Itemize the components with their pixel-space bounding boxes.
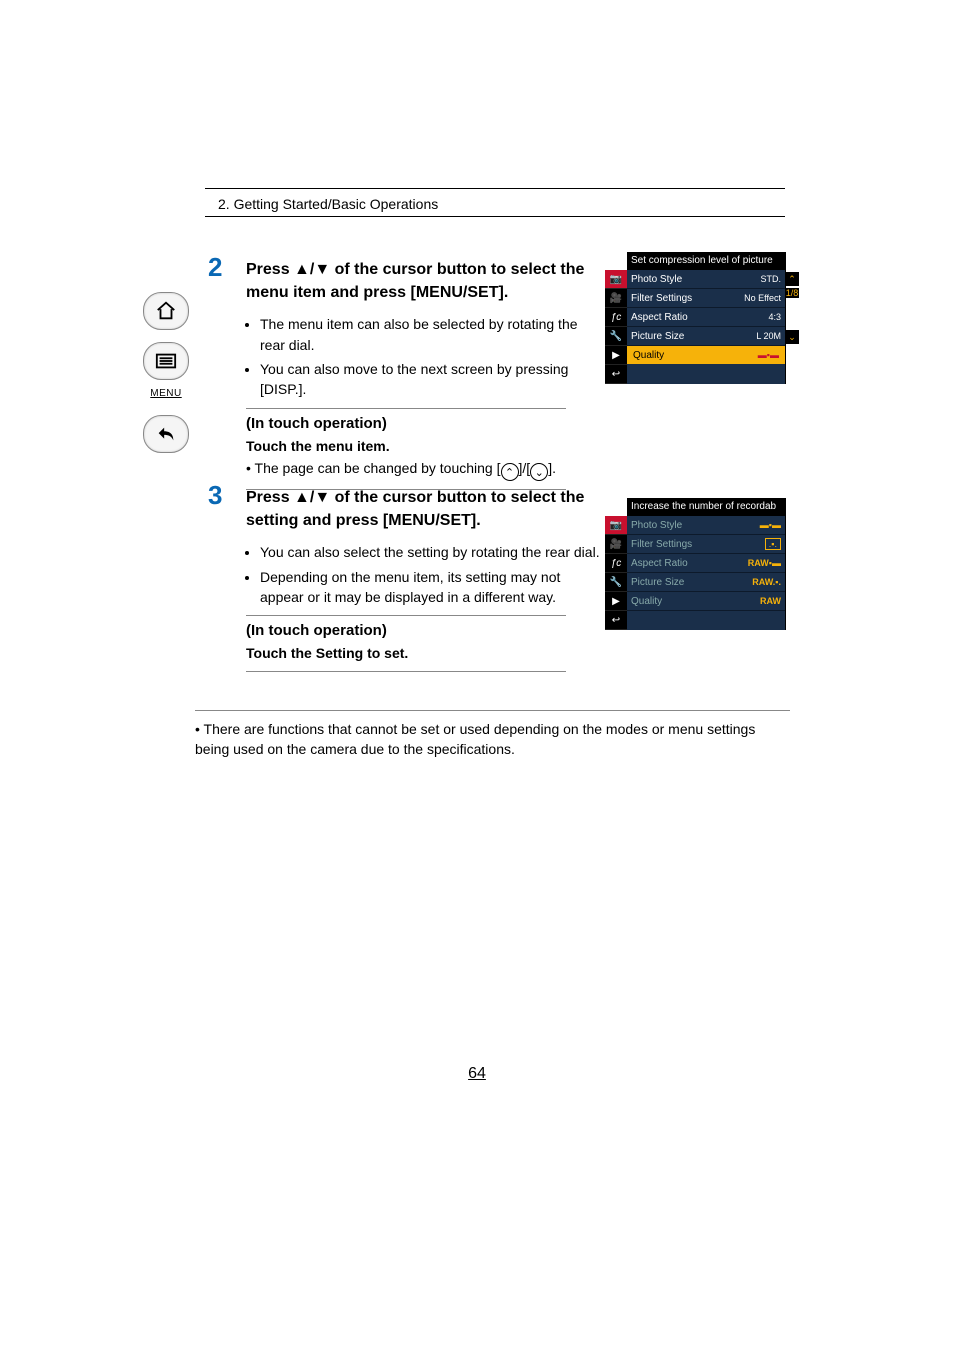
quality-icon: ▬▪▬ bbox=[758, 350, 779, 360]
menu-list: Photo StyleSTD. Filter SettingsNo Effect… bbox=[627, 270, 785, 384]
touch-instruction: Touch the menu item. bbox=[246, 438, 601, 454]
menu-row: Picture SizeRAW.▪. bbox=[627, 573, 785, 592]
menu-row: Filter Settings.▪. bbox=[627, 535, 785, 554]
menu-list: Photo Style▬▪▬ Filter Settings.▪. Aspect… bbox=[627, 516, 785, 630]
menu-row: Filter SettingsNo Effect bbox=[627, 289, 785, 308]
menu-row: Aspect Ratio4:3 bbox=[627, 308, 785, 327]
quality-std-icon: .▪. bbox=[765, 538, 781, 550]
footnote-text: • There are functions that cannot be set… bbox=[195, 721, 755, 757]
camera-menu-screenshot-2: Increase the number of recordab 📷 🎥 ƒc 🔧… bbox=[605, 498, 786, 630]
menu-row: Picture SizeL 20M bbox=[627, 327, 785, 346]
motion-tab-icon: 🎥 bbox=[605, 289, 627, 308]
back-icon[interactable] bbox=[143, 415, 189, 453]
playback-tab-icon: ▶ bbox=[605, 592, 627, 611]
setup-tab-icon: 🔧 bbox=[605, 573, 627, 592]
menu-row: QualityRAW bbox=[627, 592, 785, 611]
quality-fine-icon: ▬▪▬ bbox=[760, 520, 781, 530]
menu-page-indicator: 1/8 bbox=[785, 288, 799, 298]
rule bbox=[246, 408, 566, 409]
page-number[interactable]: 64 bbox=[0, 1065, 954, 1083]
step-2-bullets: The menu item can also be selected by ro… bbox=[246, 314, 601, 399]
menu-row: Photo Style▬▪▬ bbox=[627, 516, 785, 535]
down-chevron-icon: ⌄ bbox=[530, 463, 548, 481]
motion-tab-icon: 🎥 bbox=[605, 535, 627, 554]
menu-nav-label[interactable]: MENU bbox=[150, 388, 181, 399]
bullet: The menu item can also be selected by ro… bbox=[260, 314, 601, 355]
text: Press bbox=[246, 489, 294, 506]
return-icon: ↩ bbox=[605, 611, 627, 630]
step-number: 3 bbox=[208, 480, 222, 511]
camera-menu-screenshot-1: Set compression level of picture 📷 🎥 ƒc … bbox=[605, 252, 786, 384]
text: ]. bbox=[548, 460, 556, 476]
menu-hint: Set compression level of picture bbox=[627, 252, 785, 270]
bullet: Depending on the menu item, its setting … bbox=[260, 567, 601, 608]
custom-tab-icon: ƒc bbox=[605, 308, 627, 327]
home-icon[interactable] bbox=[143, 292, 189, 330]
step-3-bullets: You can also select the setting by rotat… bbox=[246, 542, 601, 607]
arrow-glyphs: ▲/▼ bbox=[294, 261, 330, 278]
up-chevron-icon: ⌃ bbox=[501, 463, 519, 481]
menu-row-selected: Quality▬▪▬ bbox=[627, 346, 785, 364]
footnote: • There are functions that cannot be set… bbox=[195, 710, 790, 760]
touch-instruction: Touch the Setting to set. bbox=[246, 645, 601, 661]
text: ]/[ bbox=[519, 460, 531, 476]
header-rule bbox=[205, 188, 785, 189]
playback-tab-icon: ▶ bbox=[605, 346, 627, 365]
menu-row: Aspect RatioRAW▪▬ bbox=[627, 554, 785, 573]
custom-tab-icon: ƒc bbox=[605, 554, 627, 573]
step-number: 2 bbox=[208, 252, 222, 283]
step-3-title: Press ▲/▼ of the cursor button to select… bbox=[246, 486, 601, 532]
scroll-down-icon: ⌄ bbox=[785, 330, 799, 344]
bullet: You can also select the setting by rotat… bbox=[260, 542, 601, 562]
list-icon[interactable] bbox=[143, 342, 189, 380]
rec-tab-icon: 📷 bbox=[605, 270, 627, 289]
nav-sidebar: MENU bbox=[141, 292, 191, 453]
touch-op-heading: (In touch operation) bbox=[246, 622, 601, 639]
step-2-title: Press ▲/▼ of the cursor button to select… bbox=[246, 258, 601, 304]
touch-note: • The page can be changed by touching [⌃… bbox=[246, 460, 601, 482]
bullet: You can also move to the next screen by … bbox=[260, 359, 601, 400]
text: Press bbox=[246, 261, 294, 278]
menu-tabs: 📷 🎥 ƒc 🔧 ▶ ↩ bbox=[605, 516, 627, 630]
touch-op-heading: (In touch operation) bbox=[246, 415, 601, 432]
return-icon: ↩ bbox=[605, 365, 627, 384]
scroll-up-icon: ⌃ bbox=[785, 272, 799, 286]
rule bbox=[246, 615, 566, 616]
rule bbox=[195, 710, 790, 711]
menu-hint: Increase the number of recordab bbox=[627, 498, 785, 516]
document-page: 2. Getting Started/Basic Operations MENU… bbox=[0, 0, 954, 1348]
rec-tab-icon: 📷 bbox=[605, 516, 627, 535]
rule bbox=[246, 671, 566, 672]
arrow-glyphs: ▲/▼ bbox=[294, 489, 330, 506]
setup-tab-icon: 🔧 bbox=[605, 327, 627, 346]
header-rule bbox=[205, 216, 785, 217]
text: • The page can be changed by touching [ bbox=[246, 460, 501, 476]
section-header: 2. Getting Started/Basic Operations bbox=[218, 196, 438, 212]
menu-row: Photo StyleSTD. bbox=[627, 270, 785, 289]
menu-tabs: 📷 🎥 ƒc 🔧 ▶ ↩ bbox=[605, 270, 627, 384]
